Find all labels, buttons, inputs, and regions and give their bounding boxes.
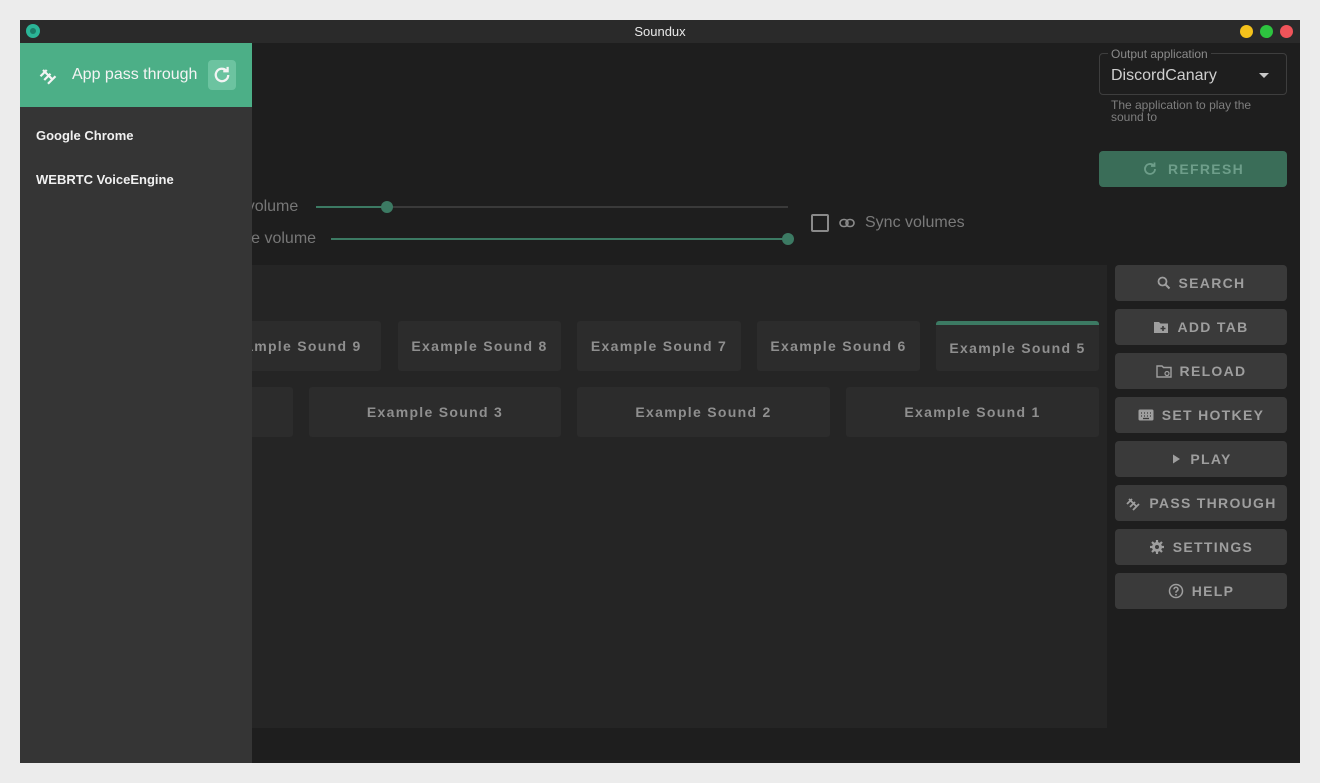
- sync-volumes-label: Sync volumes: [865, 214, 965, 231]
- output-application-select[interactable]: Output application DiscordCanary: [1099, 47, 1287, 95]
- gear-icon: [1149, 540, 1164, 554]
- pass-through-icon: [1126, 498, 1140, 511]
- sound-button[interactable]: Example Sound 2: [577, 387, 830, 437]
- app-pass-through-drawer: App pass through Google Chrome WEBRTC Vo…: [20, 43, 252, 763]
- reload-label: RELOAD: [1179, 363, 1247, 379]
- remote-volume-fill: [331, 238, 788, 240]
- set-hotkey-label: SET HOTKEY: [1161, 407, 1265, 423]
- sound-button[interactable]: Example Sound 1: [846, 387, 1099, 437]
- play-icon: [1173, 454, 1181, 464]
- window-title: Soundux: [634, 24, 686, 39]
- reload-button[interactable]: RELOAD: [1115, 353, 1287, 389]
- play-button[interactable]: PLAY: [1115, 441, 1287, 477]
- play-label: PLAY: [1190, 451, 1232, 467]
- set-hotkey-button[interactable]: SET HOTKEY: [1115, 397, 1287, 433]
- title-bar: Soundux: [20, 20, 1300, 43]
- add-tab-button[interactable]: ADD TAB: [1115, 309, 1287, 345]
- minimize-button[interactable]: [1240, 25, 1253, 38]
- folder-plus-icon: [1154, 322, 1169, 333]
- pass-through-button[interactable]: PASS THROUGH: [1115, 485, 1287, 521]
- pass-through-icon: [39, 69, 57, 85]
- help-icon: [1168, 583, 1183, 599]
- app-window: Soundux Output application DiscordCanary…: [20, 20, 1300, 763]
- refresh-label: REFRESH: [1168, 161, 1244, 177]
- sound-button-active[interactable]: Example Sound 5: [936, 321, 1099, 371]
- local-volume-fill: [316, 206, 387, 208]
- sound-button[interactable]: Example Sound 7: [577, 321, 741, 371]
- keyboard-icon: [1138, 409, 1154, 421]
- settings-label: SETTINGS: [1172, 539, 1254, 555]
- refresh-button[interactable]: REFRESH: [1099, 151, 1287, 187]
- sound-button[interactable]: Example Sound 6: [757, 321, 920, 371]
- search-label: SEARCH: [1178, 275, 1246, 291]
- drawer-title: App pass through: [72, 66, 198, 83]
- remote-volume-thumb[interactable]: [782, 233, 794, 245]
- search-icon: [1157, 276, 1170, 290]
- help-button[interactable]: HELP: [1115, 573, 1287, 609]
- sound-button[interactable]: Example Sound 3: [309, 387, 561, 437]
- link-icon: [839, 218, 855, 228]
- add-tab-label: ADD TAB: [1177, 319, 1249, 335]
- settings-button[interactable]: SETTINGS: [1115, 529, 1287, 565]
- local-volume-thumb[interactable]: [380, 201, 393, 213]
- pass-through-label: PASS THROUGH: [1149, 495, 1277, 511]
- drawer-item-google-chrome[interactable]: Google Chrome: [36, 128, 134, 143]
- sound-button[interactable]: Example Sound 8: [398, 321, 561, 371]
- folder-refresh-icon: [1155, 365, 1172, 378]
- refresh-icon: [214, 66, 230, 83]
- sync-volumes-toggle[interactable]: Sync volumes: [811, 214, 965, 232]
- close-button[interactable]: [1280, 25, 1293, 38]
- drawer-refresh-button[interactable]: [208, 60, 236, 90]
- output-application-legend: Output application: [1108, 47, 1211, 61]
- drawer-header: App pass through: [20, 43, 252, 107]
- refresh-icon: [1144, 162, 1156, 175]
- maximize-button[interactable]: [1260, 25, 1273, 38]
- output-application-value: DiscordCanary: [1111, 67, 1217, 84]
- chevron-down-icon: [1259, 73, 1269, 78]
- help-label: HELP: [1191, 583, 1235, 599]
- drawer-item-webrtc-voiceengine[interactable]: WEBRTC VoiceEngine: [36, 172, 174, 187]
- remote-volume-slider[interactable]: [331, 233, 794, 245]
- local-volume-slider[interactable]: [316, 201, 788, 213]
- sync-volumes-checkbox[interactable]: [811, 214, 829, 232]
- search-button[interactable]: SEARCH: [1115, 265, 1287, 301]
- output-application-hint: The application to play the sound to: [1111, 98, 1252, 124]
